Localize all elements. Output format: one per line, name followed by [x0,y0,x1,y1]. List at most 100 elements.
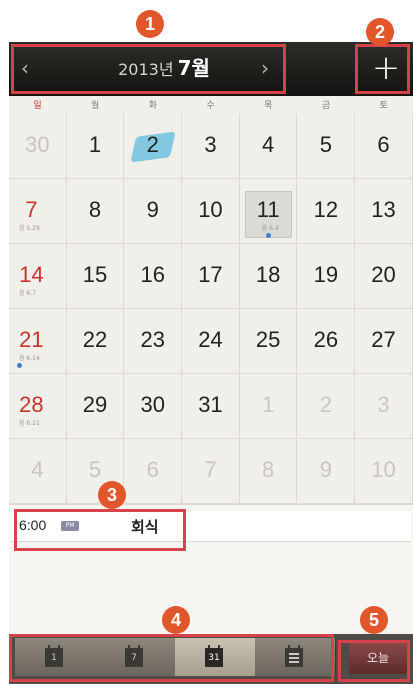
day-cell[interactable]: 20 [355,244,413,309]
weekday-label: 수 [206,101,215,111]
day-number: 31 [198,392,223,417]
callout-badge-2: 2 [366,18,394,46]
callout-frame-event [14,509,186,551]
day-cell[interactable]: 4 [9,439,67,504]
day-number: 29 [82,392,108,417]
day-number: 3 [377,392,390,417]
day-cell[interactable]: 6 [355,114,413,179]
day-cell[interactable]: 1 [66,114,125,179]
callout-frame-tabs [9,634,334,682]
day-number: 20 [371,262,396,287]
day-number: 25 [255,327,281,352]
day-number: 30 [140,392,165,417]
calendar-screen: ‹ 2013년 7월 › + 일월화수목금토 30 1 2 3 4 5 6 7 음 5.29 8 9 1… [9,42,413,684]
day-cell[interactable]: 12 [297,179,356,244]
day-cell[interactable]: 8 [66,179,125,244]
day-number: 22 [82,327,108,352]
day-cell[interactable]: 28 음 6.21 [9,374,67,439]
day-cell[interactable]: 17 [182,244,240,309]
day-number: 12 [313,197,339,222]
weekday-label: 일 [33,101,42,111]
callout-badge-1: 1 [136,10,164,38]
event-dot [265,233,271,238]
day-number: 27 [371,327,396,352]
day-number: 7 [204,457,217,482]
day-number: 3 [204,132,217,157]
day-number: 23 [140,327,165,352]
day-number: 16 [140,262,165,287]
lunar-date: 음 6.4 [261,225,279,232]
weekday-label: 금 [321,101,331,111]
lunar-date: 음 6.21 [19,420,40,427]
day-number: 9 [146,197,159,222]
day-cell[interactable]: 9 [124,179,183,244]
day-cell[interactable]: 16 [124,244,183,309]
day-cell[interactable]: 22 [66,309,125,374]
day-cell[interactable]: 8 [239,439,298,504]
day-cell[interactable]: 23 [124,309,183,374]
day-cell[interactable]: 1 [239,374,298,439]
day-cell[interactable]: 26 [297,309,356,374]
day-cell[interactable]: 3 [355,374,413,439]
event-dot [17,363,22,368]
day-number: 24 [198,327,223,352]
day-number: 11 [256,197,280,222]
day-number: 13 [371,197,396,222]
day-number: 4 [31,457,44,482]
day-number: 5 [319,132,332,157]
day-cell[interactable]: 5 [297,114,356,179]
day-number: 6 [377,132,390,157]
day-cell[interactable]: 21 음 6.14 [9,309,67,374]
day-number: 21 [19,327,44,352]
day-cell[interactable]: 6 [124,439,183,504]
day-cell[interactable]: 19 [297,244,356,309]
day-cell[interactable]: 11 음 6.4 [239,179,298,244]
day-number: 5 [88,457,102,482]
day-cell[interactable]: 15 [66,244,125,309]
day-number: 7 [25,197,38,222]
day-number: 10 [371,457,396,482]
day-number: 28 [19,392,44,417]
callout-frame-today [338,640,410,682]
day-number: 1 [262,392,275,417]
day-number: 9 [319,457,332,482]
day-cell[interactable]: 7 음 5.29 [9,179,67,244]
day-number: 19 [313,262,339,287]
day-cell[interactable]: 10 [182,179,240,244]
day-cell[interactable]: 2 [297,374,356,439]
day-cell[interactable]: 14 음 6.7 [9,244,67,309]
day-cell[interactable]: 27 [355,309,413,374]
weekday-header: 일월화수목금토 [9,96,413,114]
day-number: 2 [146,132,159,157]
lunar-date: 음 6.7 [19,290,36,297]
day-number: 17 [198,262,223,287]
day-cell[interactable]: 25 [239,309,298,374]
weekday-label: 월 [91,101,100,111]
day-cell[interactable]: 31 [182,374,240,439]
day-cell[interactable]: 10 [355,439,413,504]
day-cell[interactable]: 3 [182,114,240,179]
day-cell[interactable]: 9 [297,439,356,504]
day-cell[interactable]: 13 [355,179,413,244]
day-cell[interactable]: 4 [239,114,298,179]
day-cell[interactable]: 30 [124,374,183,439]
day-number: 4 [262,132,275,157]
day-number: 1 [88,132,102,157]
day-number: 15 [82,262,108,287]
lunar-date: 음 6.14 [19,355,40,362]
day-number: 26 [313,327,339,352]
weekday-label: 목 [264,101,273,111]
day-cell[interactable]: 2 [124,114,183,179]
day-number: 2 [319,392,332,417]
day-number: 8 [88,197,102,222]
callout-frame-header [11,44,286,94]
day-cell[interactable]: 30 [9,114,67,179]
callout-badge-3: 3 [98,481,126,509]
day-number: 14 [19,262,44,287]
day-cell[interactable]: 24 [182,309,240,374]
day-cell[interactable]: 29 [66,374,125,439]
day-number: 18 [255,262,281,287]
day-cell[interactable]: 7 [182,439,240,504]
day-cell[interactable]: 18 [239,244,298,309]
day-number: 10 [198,197,223,222]
